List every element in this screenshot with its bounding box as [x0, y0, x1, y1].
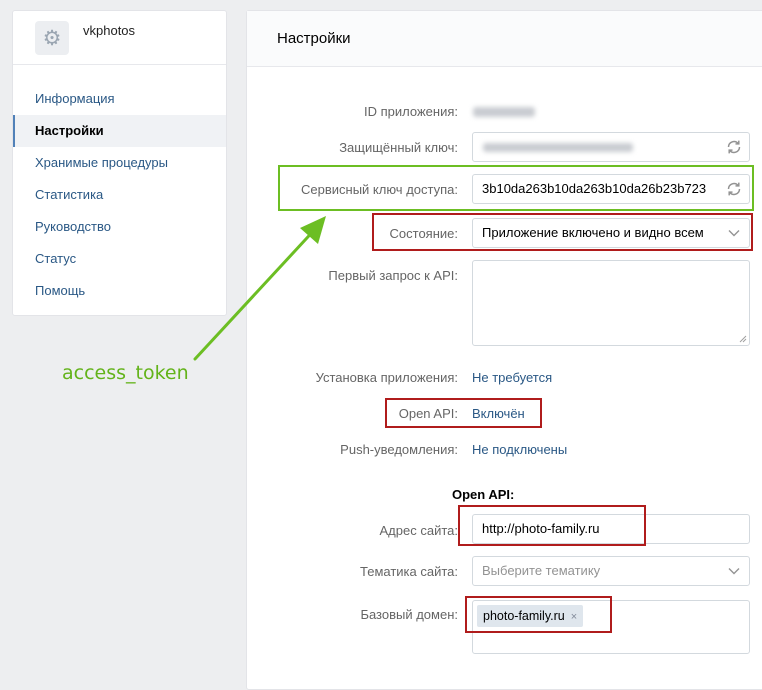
access-token-annotation: access_token — [62, 362, 189, 384]
annotation-arrow — [193, 216, 326, 361]
